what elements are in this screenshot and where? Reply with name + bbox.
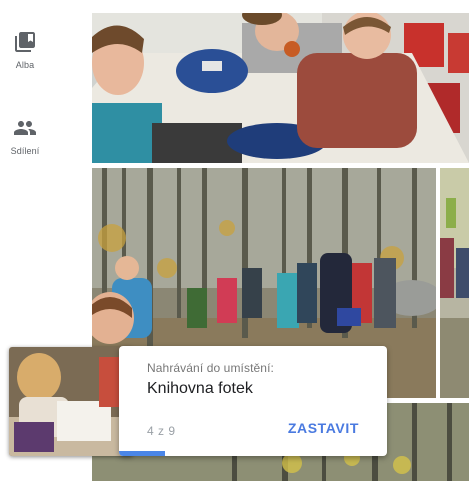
album-icon [15, 32, 35, 52]
classroom-photo-image [92, 13, 469, 163]
photo-forest-edge[interactable] [440, 168, 469, 398]
nav-item-albums[interactable]: Alba [0, 30, 50, 70]
upload-thumbnail [9, 347, 133, 456]
people-icon [14, 121, 36, 135]
photos-app: Alba Sdílení Nahrávání do umístění: Knih… [0, 0, 469, 481]
nav-label-sharing: Sdílení [10, 146, 40, 156]
upload-count: 4 z 9 [147, 424, 176, 438]
photo-classroom[interactable] [92, 13, 469, 163]
upload-destination-label: Nahrávání do umístění: [147, 361, 274, 375]
nav-item-sharing[interactable]: Sdílení [0, 116, 50, 156]
stop-upload-button[interactable]: ZASTAVIT [288, 420, 359, 436]
upload-progress-bar [119, 451, 387, 456]
upload-progress-fill [119, 451, 165, 456]
nav-label-albums: Alba [15, 60, 35, 70]
upload-thumbnail-image [9, 347, 133, 456]
upload-toast: Nahrávání do umístění: Knihovna fotek 4 … [119, 346, 387, 456]
forest-edge-photo-image [440, 168, 469, 398]
upload-destination-name: Knihovna fotek [147, 380, 253, 397]
